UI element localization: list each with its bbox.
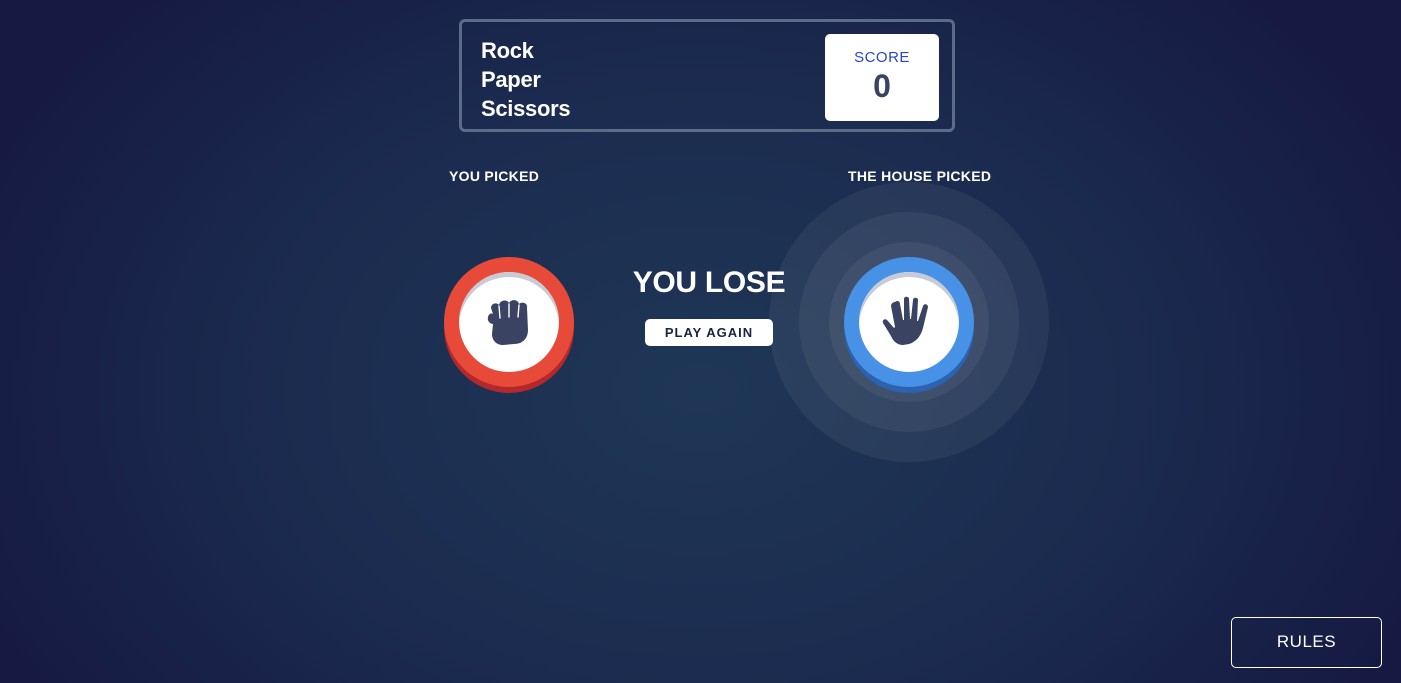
score-label: SCORE bbox=[854, 49, 910, 66]
result-text: YOU LOSE bbox=[632, 266, 786, 299]
score-box: SCORE 0 bbox=[825, 34, 939, 121]
score-value: 0 bbox=[873, 68, 891, 104]
play-again-button[interactable]: PLAY AGAIN bbox=[645, 319, 773, 346]
title-line-rock: Rock bbox=[481, 38, 534, 63]
rules-button[interactable]: RULES bbox=[1231, 617, 1382, 668]
scoreboard-header: Rock Paper Scissors SCORE 0 bbox=[459, 19, 955, 132]
you-picked-label: YOU PICKED bbox=[449, 168, 540, 184]
chip-face bbox=[859, 272, 959, 372]
title-line-scissors: Scissors bbox=[481, 96, 571, 121]
chip-face bbox=[459, 272, 559, 372]
game-title: Rock Paper Scissors bbox=[481, 36, 571, 123]
title-line-paper: Paper bbox=[481, 67, 541, 92]
rock-icon bbox=[487, 300, 528, 345]
paper-icon bbox=[882, 296, 928, 345]
player-rock-chip bbox=[444, 257, 574, 387]
house-paper-chip bbox=[844, 257, 974, 387]
